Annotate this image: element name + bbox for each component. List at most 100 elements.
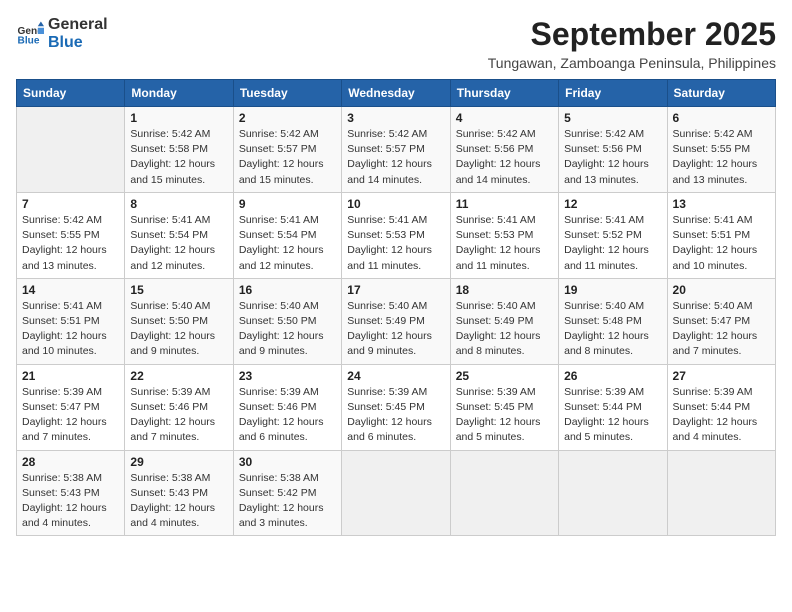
logo-blue: Blue — [48, 34, 108, 52]
calendar-cell: 16 Sunrise: 5:40 AM Sunset: 5:50 PM Dayli… — [233, 278, 341, 364]
title-block: September 2025 Tungawan, Zamboanga Penin… — [488, 16, 776, 71]
calendar-week-row: 1 Sunrise: 5:42 AM Sunset: 5:58 PM Daylig… — [17, 107, 776, 193]
day-detail: Sunrise: 5:41 AM Sunset: 5:54 PM Dayligh… — [239, 213, 336, 274]
day-detail: Sunrise: 5:42 AM Sunset: 5:55 PM Dayligh… — [22, 213, 119, 274]
weekday-header-friday: Friday — [559, 80, 667, 107]
calendar-cell: 13 Sunrise: 5:41 AM Sunset: 5:51 PM Dayli… — [667, 192, 775, 278]
weekday-header-saturday: Saturday — [667, 80, 775, 107]
weekday-header-wednesday: Wednesday — [342, 80, 450, 107]
calendar-table: SundayMondayTuesdayWednesdayThursdayFrid… — [16, 79, 776, 536]
day-detail: Sunrise: 5:40 AM Sunset: 5:50 PM Dayligh… — [239, 299, 336, 360]
calendar-cell: 10 Sunrise: 5:41 AM Sunset: 5:53 PM Dayli… — [342, 192, 450, 278]
day-detail: Sunrise: 5:41 AM Sunset: 5:54 PM Dayligh… — [130, 213, 227, 274]
weekday-header-tuesday: Tuesday — [233, 80, 341, 107]
calendar-cell: 23 Sunrise: 5:39 AM Sunset: 5:46 PM Dayli… — [233, 364, 341, 450]
day-number: 26 — [564, 369, 661, 383]
day-number: 10 — [347, 197, 444, 211]
day-detail: Sunrise: 5:41 AM Sunset: 5:53 PM Dayligh… — [347, 213, 444, 274]
calendar-week-row: 28Sunrise: 5:38 AM Sunset: 5:43 PM Dayli… — [17, 450, 776, 536]
logo: General Blue General Blue — [16, 16, 108, 51]
day-detail: Sunrise: 5:41 AM Sunset: 5:51 PM Dayligh… — [22, 299, 119, 360]
calendar-cell — [450, 450, 558, 536]
day-detail: Sunrise: 5:38 AM Sunset: 5:43 PM Dayligh… — [22, 471, 119, 532]
day-detail: Sunrise: 5:39 AM Sunset: 5:44 PM Dayligh… — [564, 385, 661, 446]
calendar-cell: 8 Sunrise: 5:41 AM Sunset: 5:54 PM Daylig… — [125, 192, 233, 278]
calendar-cell: 17Sunrise: 5:40 AM Sunset: 5:49 PM Dayli… — [342, 278, 450, 364]
day-number: 16 — [239, 283, 336, 297]
day-number: 2 — [239, 111, 336, 125]
calendar-cell: 14 Sunrise: 5:41 AM Sunset: 5:51 PM Dayli… — [17, 278, 125, 364]
day-detail: Sunrise: 5:40 AM Sunset: 5:49 PM Dayligh… — [456, 299, 553, 360]
day-detail: Sunrise: 5:42 AM Sunset: 5:58 PM Dayligh… — [130, 127, 227, 188]
calendar-cell: 2Sunrise: 5:42 AM Sunset: 5:57 PM Daylig… — [233, 107, 341, 193]
calendar-cell: 29 Sunrise: 5:38 AM Sunset: 5:43 PM Dayli… — [125, 450, 233, 536]
day-detail: Sunrise: 5:39 AM Sunset: 5:47 PM Dayligh… — [22, 385, 119, 446]
calendar-cell: 7Sunrise: 5:42 AM Sunset: 5:55 PM Daylig… — [17, 192, 125, 278]
day-detail: Sunrise: 5:42 AM Sunset: 5:57 PM Dayligh… — [347, 127, 444, 188]
calendar-cell: 11Sunrise: 5:41 AM Sunset: 5:53 PM Dayli… — [450, 192, 558, 278]
calendar-cell: 20 Sunrise: 5:40 AM Sunset: 5:47 PM Dayli… — [667, 278, 775, 364]
logo-general: General — [48, 16, 108, 34]
calendar-cell: 28Sunrise: 5:38 AM Sunset: 5:43 PM Dayli… — [17, 450, 125, 536]
day-number: 12 — [564, 197, 661, 211]
calendar-cell — [559, 450, 667, 536]
calendar-cell — [667, 450, 775, 536]
calendar-cell: 25Sunrise: 5:39 AM Sunset: 5:45 PM Dayli… — [450, 364, 558, 450]
calendar-cell: 3 Sunrise: 5:42 AM Sunset: 5:57 PM Daylig… — [342, 107, 450, 193]
calendar-cell: 26 Sunrise: 5:39 AM Sunset: 5:44 PM Dayli… — [559, 364, 667, 450]
day-detail: Sunrise: 5:41 AM Sunset: 5:51 PM Dayligh… — [673, 213, 770, 274]
weekday-header-row: SundayMondayTuesdayWednesdayThursdayFrid… — [17, 80, 776, 107]
month-year-title: September 2025 — [488, 16, 776, 53]
day-number: 19 — [564, 283, 661, 297]
day-detail: Sunrise: 5:40 AM Sunset: 5:47 PM Dayligh… — [673, 299, 770, 360]
day-number: 3 — [347, 111, 444, 125]
weekday-header-thursday: Thursday — [450, 80, 558, 107]
calendar-cell: 21 Sunrise: 5:39 AM Sunset: 5:47 PM Dayli… — [17, 364, 125, 450]
day-number: 22 — [130, 369, 227, 383]
day-number: 20 — [673, 283, 770, 297]
calendar-week-row: 7Sunrise: 5:42 AM Sunset: 5:55 PM Daylig… — [17, 192, 776, 278]
calendar-week-row: 14 Sunrise: 5:41 AM Sunset: 5:51 PM Dayli… — [17, 278, 776, 364]
calendar-cell — [17, 107, 125, 193]
day-number: 8 — [130, 197, 227, 211]
day-detail: Sunrise: 5:38 AM Sunset: 5:43 PM Dayligh… — [130, 471, 227, 532]
day-detail: Sunrise: 5:42 AM Sunset: 5:56 PM Dayligh… — [564, 127, 661, 188]
day-number: 6 — [673, 111, 770, 125]
day-detail: Sunrise: 5:39 AM Sunset: 5:44 PM Dayligh… — [673, 385, 770, 446]
calendar-cell: 4 Sunrise: 5:42 AM Sunset: 5:56 PM Daylig… — [450, 107, 558, 193]
logo-icon: General Blue — [16, 20, 44, 48]
calendar-cell: 5 Sunrise: 5:42 AM Sunset: 5:56 PM Daylig… — [559, 107, 667, 193]
calendar-cell: 6 Sunrise: 5:42 AM Sunset: 5:55 PM Daylig… — [667, 107, 775, 193]
calendar-cell: 24Sunrise: 5:39 AM Sunset: 5:45 PM Dayli… — [342, 364, 450, 450]
weekday-header-monday: Monday — [125, 80, 233, 107]
calendar-cell: 15Sunrise: 5:40 AM Sunset: 5:50 PM Dayli… — [125, 278, 233, 364]
day-number: 18 — [456, 283, 553, 297]
calendar-cell: 12 Sunrise: 5:41 AM Sunset: 5:52 PM Dayli… — [559, 192, 667, 278]
location-subtitle: Tungawan, Zamboanga Peninsula, Philippin… — [488, 55, 776, 71]
day-number: 29 — [130, 455, 227, 469]
day-detail: Sunrise: 5:40 AM Sunset: 5:49 PM Dayligh… — [347, 299, 444, 360]
day-detail: Sunrise: 5:41 AM Sunset: 5:52 PM Dayligh… — [564, 213, 661, 274]
day-number: 21 — [22, 369, 119, 383]
calendar-week-row: 21 Sunrise: 5:39 AM Sunset: 5:47 PM Dayli… — [17, 364, 776, 450]
day-number: 25 — [456, 369, 553, 383]
day-number: 4 — [456, 111, 553, 125]
day-number: 24 — [347, 369, 444, 383]
day-detail: Sunrise: 5:40 AM Sunset: 5:50 PM Dayligh… — [130, 299, 227, 360]
calendar-cell: 9Sunrise: 5:41 AM Sunset: 5:54 PM Daylig… — [233, 192, 341, 278]
day-number: 13 — [673, 197, 770, 211]
day-detail: Sunrise: 5:42 AM Sunset: 5:56 PM Dayligh… — [456, 127, 553, 188]
day-detail: Sunrise: 5:42 AM Sunset: 5:55 PM Dayligh… — [673, 127, 770, 188]
day-detail: Sunrise: 5:39 AM Sunset: 5:46 PM Dayligh… — [130, 385, 227, 446]
day-detail: Sunrise: 5:40 AM Sunset: 5:48 PM Dayligh… — [564, 299, 661, 360]
day-number: 14 — [22, 283, 119, 297]
calendar-cell: 30Sunrise: 5:38 AM Sunset: 5:42 PM Dayli… — [233, 450, 341, 536]
day-number: 27 — [673, 369, 770, 383]
calendar-cell: 18 Sunrise: 5:40 AM Sunset: 5:49 PM Dayli… — [450, 278, 558, 364]
svg-text:Blue: Blue — [18, 35, 40, 46]
day-number: 23 — [239, 369, 336, 383]
day-number: 5 — [564, 111, 661, 125]
day-detail: Sunrise: 5:39 AM Sunset: 5:46 PM Dayligh… — [239, 385, 336, 446]
day-number: 30 — [239, 455, 336, 469]
day-number: 1 — [130, 111, 227, 125]
